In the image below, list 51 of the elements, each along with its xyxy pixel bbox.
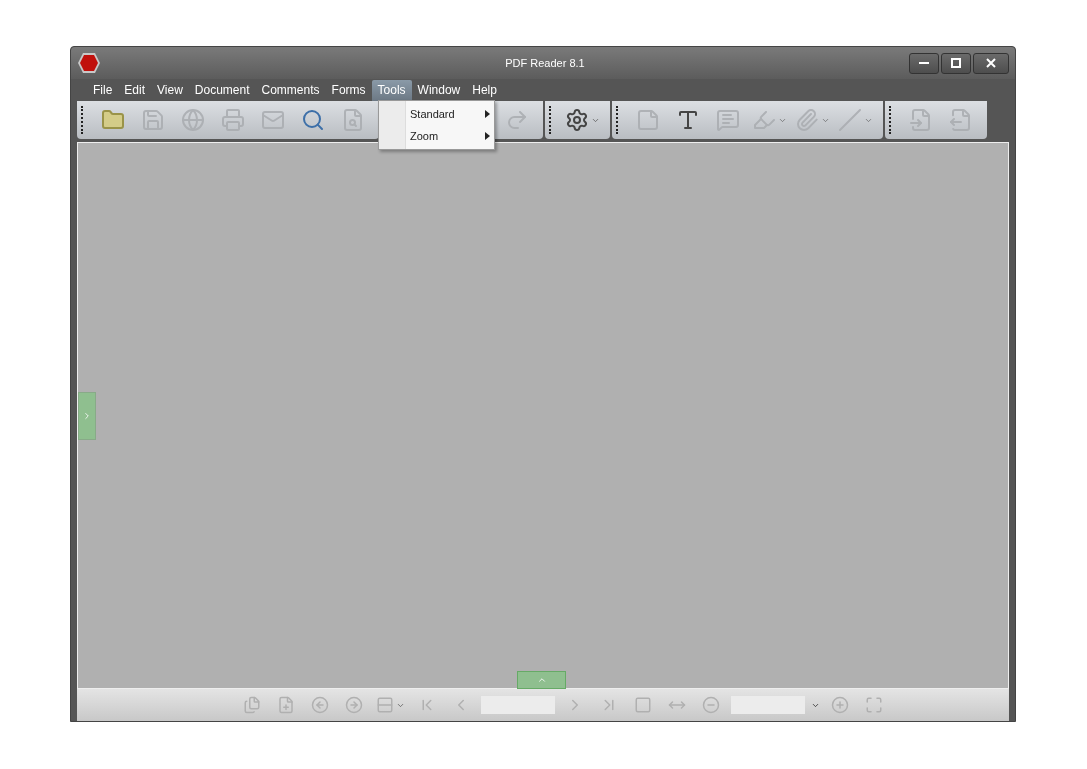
back-circle-icon — [311, 696, 329, 714]
comment-icon — [716, 108, 740, 132]
search-icon — [301, 108, 325, 132]
input-field[interactable] — [481, 696, 555, 714]
maximize-icon — [951, 58, 961, 68]
close-icon — [986, 58, 996, 68]
minimize-button[interactable] — [909, 52, 939, 74]
zoom-in-icon — [831, 696, 849, 714]
line-icon — [838, 108, 862, 132]
input-field[interactable] — [731, 696, 805, 714]
menu-option[interactable]: Zoom — [379, 125, 494, 147]
paperclip-icon — [795, 108, 819, 132]
minimize-icon — [919, 62, 929, 64]
document-search-icon — [341, 108, 365, 132]
menu-option[interactable]: Standard — [379, 103, 494, 125]
pages-icon — [243, 696, 261, 714]
submenu-arrow-icon — [485, 132, 490, 140]
menu-item[interactable]: Window — [411, 80, 467, 101]
forward-circle-icon — [345, 696, 363, 714]
menu-item[interactable]: Document — [188, 80, 256, 101]
submenu-arrow-icon — [485, 110, 490, 118]
printer-icon — [221, 108, 245, 132]
menu-item[interactable]: Help — [466, 80, 503, 101]
note-icon — [636, 108, 660, 132]
expand-icon — [536, 675, 547, 685]
text-icon — [676, 108, 700, 132]
bottom-panel-toggle[interactable] — [517, 671, 566, 689]
gear-panel-icon — [565, 108, 589, 132]
globe-icon — [181, 108, 205, 132]
menu-item[interactable]: Forms — [325, 80, 372, 101]
menu-item[interactable]: View — [151, 80, 189, 101]
menu-item[interactable]: Tools — [371, 80, 412, 101]
menu-item[interactable]: File — [87, 80, 119, 101]
highlighter-icon — [752, 108, 776, 132]
side-panel-toggle[interactable] — [78, 391, 96, 440]
page-plus-icon — [277, 696, 295, 714]
expand-icon — [82, 410, 92, 421]
close-button[interactable] — [973, 52, 1009, 74]
menu-item[interactable]: Comments — [255, 80, 326, 101]
single-page-icon — [634, 696, 652, 714]
window-title: PDF Reader 8.1 — [504, 57, 586, 69]
zoom-out-icon — [702, 696, 720, 714]
envelope-icon — [261, 108, 285, 132]
save-icon — [141, 108, 165, 132]
fullscreen-icon — [865, 696, 883, 714]
maximize-button[interactable] — [941, 52, 971, 74]
redo-arrow-icon — [505, 108, 529, 132]
menu-item[interactable]: Edit — [118, 80, 152, 101]
two-rows-icon — [376, 696, 394, 714]
app-logo-icon — [77, 52, 101, 74]
folder-icon — [101, 108, 125, 132]
